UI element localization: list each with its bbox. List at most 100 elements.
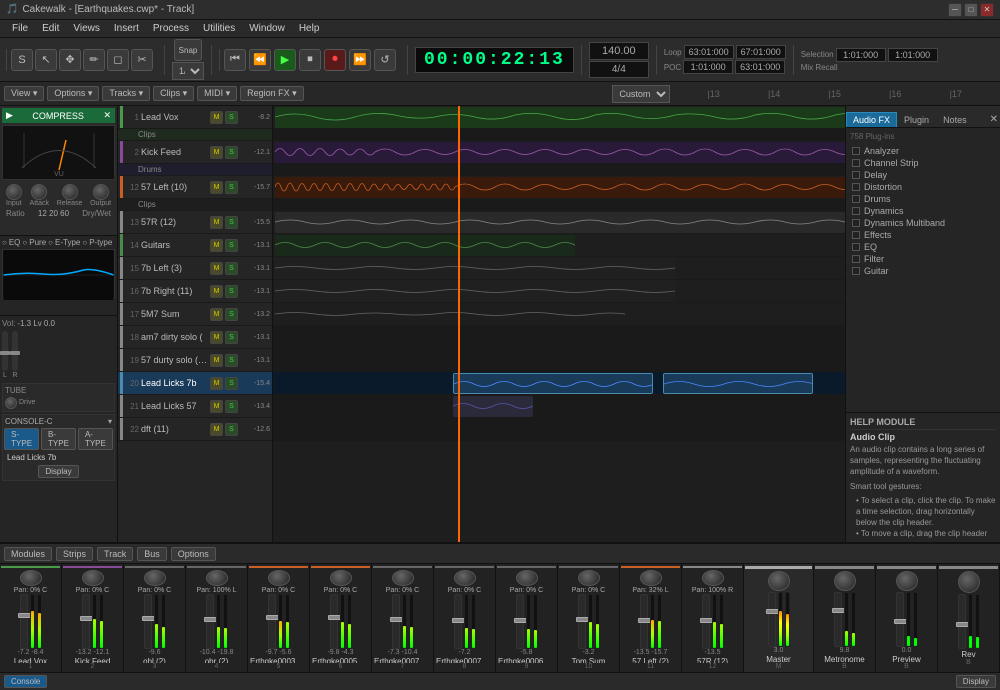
track-mute-btn-21[interactable]: M [210, 400, 223, 413]
modules-btn[interactable]: Modules [4, 547, 52, 561]
plugin-item-dynamics[interactable]: Dynamics [850, 205, 996, 217]
track-solo-btn-22[interactable]: S [225, 423, 238, 436]
display-label[interactable]: Display [956, 675, 996, 688]
ch-pan-knob-1[interactable] [20, 570, 42, 586]
track-solo-btn-13[interactable]: S [225, 216, 238, 229]
track-mute-btn-2[interactable]: M [210, 146, 223, 159]
ch-fader-12[interactable] [702, 594, 710, 649]
track-solo-btn-17[interactable]: S [225, 308, 238, 321]
clip-guitars[interactable] [275, 235, 575, 256]
pos-start-display[interactable]: 1:01:000 [683, 60, 733, 74]
loop-end-display[interactable]: 67:01:000 [736, 45, 786, 59]
menu-insert[interactable]: Insert [108, 21, 145, 36]
loop-button[interactable]: ↺ [374, 49, 396, 71]
menu-file[interactable]: File [6, 21, 34, 36]
track-solo-btn-16[interactable]: S [225, 285, 238, 298]
options-dropdown[interactable]: Options ▾ [47, 86, 99, 101]
track-solo-btn-12[interactable]: S [225, 181, 238, 194]
eq-radio-ptype[interactable]: ○ [82, 238, 87, 247]
rewind-button[interactable]: ⏮ [224, 49, 246, 71]
menu-views[interactable]: Views [67, 21, 106, 36]
eq-radio-type[interactable]: ○ [48, 238, 53, 247]
ch-fader-3[interactable] [144, 594, 152, 649]
synth-expand[interactable]: ▶ [6, 110, 13, 121]
ch-pan-knob-master[interactable] [768, 571, 790, 591]
midi-dropdown[interactable]: MIDI ▾ [197, 86, 237, 101]
track-solo-btn-21[interactable]: S [225, 400, 238, 413]
close-button[interactable]: ✕ [980, 3, 994, 17]
ch-pan-knob-7[interactable] [392, 570, 414, 586]
plugin-item-guitar[interactable]: Guitar [850, 265, 996, 277]
tracks-dropdown[interactable]: Tracks ▾ [102, 86, 150, 101]
fwd-button[interactable]: ⏩ [349, 49, 371, 71]
snap-button[interactable]: Snap [174, 39, 202, 61]
track-mute-btn-14[interactable]: M [210, 239, 223, 252]
left-ch-fader[interactable] [2, 331, 8, 371]
clip-lead-licks-7b-2[interactable] [663, 373, 813, 394]
move-tool-button[interactable]: ✥ [59, 49, 81, 71]
ch-fader-11[interactable] [640, 594, 648, 649]
console-expand-icon[interactable]: ▾ [108, 417, 112, 426]
ch-pan-knob-metro[interactable] [834, 571, 856, 591]
track-row[interactable]: 2 Kick Feed M S -12.1 [118, 141, 272, 164]
clips-dropdown[interactable]: Clips ▾ [153, 86, 194, 101]
track-mute-btn-17[interactable]: M [210, 308, 223, 321]
track-mute-btn-16[interactable]: M [210, 285, 223, 298]
ch-fader-preview[interactable] [896, 592, 904, 647]
ch-pan-knob-rev[interactable] [958, 571, 980, 593]
clip-57r[interactable] [275, 212, 845, 233]
menu-help[interactable]: Help [293, 21, 326, 36]
track-row[interactable]: 12 57 Left (10) M S -15.7 [118, 176, 272, 199]
ch-fader-5[interactable] [268, 594, 276, 649]
ch-fader-2[interactable] [82, 594, 90, 649]
track-row[interactable]: Clips [118, 199, 272, 211]
options-btn[interactable]: Options [171, 547, 216, 561]
ch-pan-knob-5[interactable] [268, 570, 290, 586]
sidebar-close-btn[interactable]: ✕ [988, 112, 1000, 127]
back-button[interactable]: ⏪ [249, 49, 271, 71]
menu-window[interactable]: Window [243, 21, 291, 36]
track-mute-btn-12[interactable]: M [210, 181, 223, 194]
clip-lead-licks-57[interactable] [453, 396, 533, 417]
view-dropdown[interactable]: View ▾ [4, 86, 44, 101]
plugin-tab[interactable]: Plugin [897, 112, 936, 127]
input-knob[interactable] [6, 184, 22, 200]
track-mute-btn-1[interactable]: M [210, 111, 223, 124]
track-row[interactable]: Clips [118, 129, 272, 141]
smart-tool-button[interactable]: S [11, 49, 33, 71]
s-type-btn[interactable]: S-TYPE [4, 428, 39, 450]
plugin-item-distortion[interactable]: Distortion [850, 181, 996, 193]
ch-fader-6[interactable] [330, 594, 338, 649]
track-row[interactable]: 19 57 durty solo (14 M S -13.1 [118, 349, 272, 372]
menu-process[interactable]: Process [147, 21, 195, 36]
plugin-item-analyzer[interactable]: Analyzer [850, 145, 996, 157]
output-knob[interactable] [93, 184, 109, 200]
ch-pan-knob-3[interactable] [144, 570, 166, 586]
ch-pan-knob-6[interactable] [330, 570, 352, 586]
ch-fader-4[interactable] [206, 594, 214, 649]
ch-pan-knob-11[interactable] [640, 570, 662, 586]
ch-fader-rev[interactable] [958, 594, 966, 649]
track-row[interactable]: 15 7b Left (3) M S -13.1 [118, 257, 272, 280]
snap-select[interactable]: 1/41/81/16 [172, 62, 204, 80]
clip-lead-licks-7b[interactable] [453, 373, 653, 394]
ch-fader-9[interactable] [516, 594, 524, 649]
track-mute-btn-13[interactable]: M [210, 216, 223, 229]
ch-fader-10[interactable] [578, 594, 586, 649]
track-row[interactable]: 21 Lead Licks 57 M S -13.4 [118, 395, 272, 418]
plugin-item-delay[interactable]: Delay [850, 169, 996, 181]
clip-kick-feed[interactable] [275, 142, 845, 163]
ch-fader-7[interactable] [392, 594, 400, 649]
pos-end-display[interactable]: 63:01:000 [735, 60, 785, 74]
play-button[interactable]: ▶ [274, 49, 296, 71]
ch-pan-knob-2[interactable] [82, 570, 104, 586]
clip-5m7-sum[interactable] [275, 304, 625, 325]
draw-tool-button[interactable]: ✏ [83, 49, 105, 71]
console-tab-btn[interactable]: Console [4, 675, 47, 688]
stop-button[interactable]: ⏹ [299, 49, 321, 71]
ch-pan-knob-4[interactable] [206, 570, 228, 586]
record-button[interactable]: ⏺ [324, 49, 346, 71]
ch-pan-knob-12[interactable] [702, 570, 724, 586]
track-solo-btn-20[interactable]: S [225, 377, 238, 390]
attack-knob[interactable] [31, 184, 47, 200]
